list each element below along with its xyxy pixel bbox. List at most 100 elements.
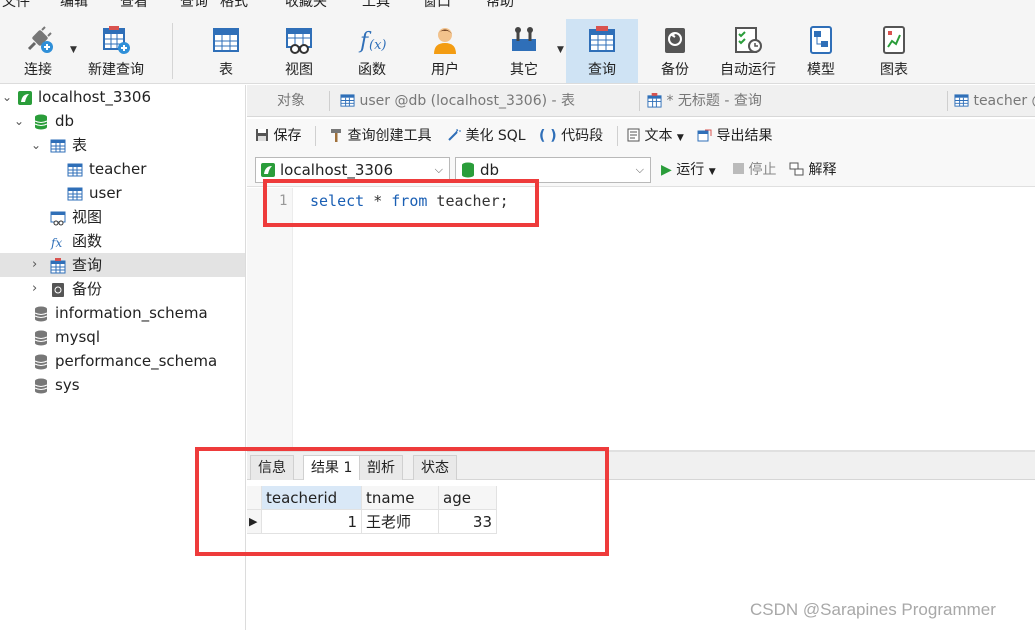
new-query-button[interactable]: 新建查询 [84, 19, 148, 83]
user-icon [430, 25, 460, 55]
tab-divider [947, 91, 948, 111]
export-icon [697, 129, 712, 142]
tree-table-teacher[interactable]: teacher [0, 157, 245, 181]
plug-icon [23, 25, 53, 55]
table-button[interactable]: 表 [196, 19, 256, 83]
database-icon [33, 305, 49, 322]
backup-icon [660, 25, 690, 55]
stop-button[interactable]: 停止 [733, 160, 776, 180]
function-button[interactable]: f (x) 函数 [342, 19, 402, 83]
export-results-button[interactable]: 导出结果 [697, 126, 772, 146]
magic-wand-icon [448, 129, 461, 141]
connect-button[interactable]: 连接 [10, 19, 66, 83]
menu-help[interactable]: 帮助 [486, 0, 514, 11]
connect-dropdown-icon[interactable]: ▼ [70, 45, 77, 55]
backup-icon [50, 281, 66, 297]
tools-icon [509, 25, 539, 55]
tree-queries-folder[interactable]: › 查询 [0, 253, 245, 277]
tree-table-user[interactable]: user [0, 181, 245, 205]
model-icon [806, 25, 836, 55]
tab-untitled-query-label: * 无标题 - 查询 [666, 93, 762, 109]
braces-icon: ( ) [539, 128, 557, 144]
new-query-icon [101, 25, 131, 55]
table-icon [67, 185, 83, 201]
model-button[interactable]: 模型 [791, 19, 851, 83]
view-icon [50, 209, 66, 226]
other-dropdown-icon[interactable]: ▼ [557, 45, 564, 55]
menu-view[interactable]: 查看 [120, 0, 148, 11]
chevron-down-icon: ▼ [708, 167, 716, 177]
database-icon [33, 353, 49, 370]
menu-file[interactable]: 文件 [2, 0, 30, 11]
toolbar-divider [315, 126, 316, 146]
tab-teacher-table-label: teacher @ [973, 93, 1035, 109]
line-gutter: 1 [247, 188, 293, 450]
run-button[interactable]: ▶ 运行 ▼ [661, 160, 716, 180]
expand-icon[interactable]: › [32, 277, 37, 301]
table-icon [340, 94, 355, 107]
menu-edit[interactable]: 编辑 [60, 0, 88, 11]
menu-format[interactable]: 格式 [220, 0, 248, 11]
code-snippet-button[interactable]: ( ) 代码段 [539, 126, 603, 146]
chevron-down-icon: ▼ [676, 133, 684, 143]
save-button[interactable]: 保存 [255, 126, 301, 146]
auto-run-button[interactable]: 自动运行 [714, 19, 782, 83]
tab-user-table-label: user @db (localhost_3306) - 表 [359, 93, 576, 109]
beautify-sql-button[interactable]: 美化 SQL [447, 126, 526, 146]
menu-window[interactable]: 窗口 [423, 0, 451, 11]
play-icon: ▶ [661, 162, 672, 178]
function-icon: f (x) [357, 25, 387, 55]
view-icon [284, 25, 314, 55]
table-icon [954, 94, 969, 107]
tree-backups-folder[interactable]: › 备份 [0, 277, 245, 301]
other-button[interactable]: 其它 [494, 19, 554, 83]
tree-views-folder[interactable]: 视图 [0, 205, 245, 229]
text-button[interactable]: 文本 ▼ [627, 126, 684, 146]
query-button[interactable]: 查询 [566, 19, 638, 83]
user-button[interactable]: 用户 [415, 19, 475, 83]
navicat-window: 文件 编辑 查看 查询 格式 收藏夹 工具 窗口 帮助 连接 ▼ 新建查询 表 … [0, 0, 1035, 630]
menu-tools[interactable]: 工具 [362, 0, 390, 11]
tree-functions-folder[interactable]: fx 函数 [0, 229, 245, 253]
tab-divider [329, 91, 330, 111]
tree-database[interactable]: ⌄ db [0, 109, 245, 133]
save-icon [256, 129, 268, 141]
menu-favorites[interactable]: 收藏夹 [285, 0, 327, 11]
chart-button[interactable]: 图表 [864, 19, 924, 83]
tree-db-information-schema[interactable]: information_schema [0, 301, 245, 325]
collapse-icon[interactable]: ⌄ [2, 85, 12, 109]
svg-text:(x): (x) [369, 38, 386, 53]
hammer-icon [331, 129, 341, 142]
tab-teacher-table[interactable]: teacher @ [954, 85, 1035, 117]
backup-button[interactable]: 备份 [645, 19, 705, 83]
explain-icon [789, 162, 804, 176]
collapse-icon[interactable]: ⌄ [14, 109, 24, 133]
table-icon [211, 25, 241, 55]
sql-editor[interactable]: 1 select * from teacher; [247, 188, 1035, 450]
highlight-box-query [263, 179, 539, 227]
tree-db-performance-schema[interactable]: performance_schema [0, 349, 245, 373]
view-button[interactable]: 视图 [269, 19, 329, 83]
document-icon [627, 128, 640, 142]
tree-db-mysql[interactable]: mysql [0, 325, 245, 349]
connection-icon [17, 89, 33, 105]
connection-icon [261, 163, 275, 177]
tree-tables-folder[interactable]: ⌄ 表 [0, 133, 245, 157]
expand-icon[interactable]: › [32, 253, 37, 277]
tab-objects[interactable]: 对象 [277, 85, 305, 117]
database-icon [33, 113, 49, 130]
explain-button[interactable]: 解释 [789, 160, 836, 180]
tree-connection[interactable]: ⌄ localhost_3306 [0, 85, 245, 109]
tab-user-table[interactable]: user @db (localhost_3306) - 表 [340, 85, 575, 117]
table-icon [67, 161, 83, 177]
tab-strip: 对象 user @db (localhost_3306) - 表 * 无标题 -… [247, 85, 1035, 117]
query-icon [50, 257, 66, 274]
query-builder-button[interactable]: 查询创建工具 [329, 126, 431, 146]
toolbar-divider [617, 126, 618, 146]
collapse-icon[interactable]: ⌄ [31, 133, 41, 157]
menu-query[interactable]: 查询 [180, 0, 208, 11]
svg-text:fx: fx [50, 236, 62, 250]
stop-icon [733, 163, 744, 174]
tab-untitled-query[interactable]: * 无标题 - 查询 [647, 85, 762, 117]
tree-db-sys[interactable]: sys [0, 373, 245, 397]
